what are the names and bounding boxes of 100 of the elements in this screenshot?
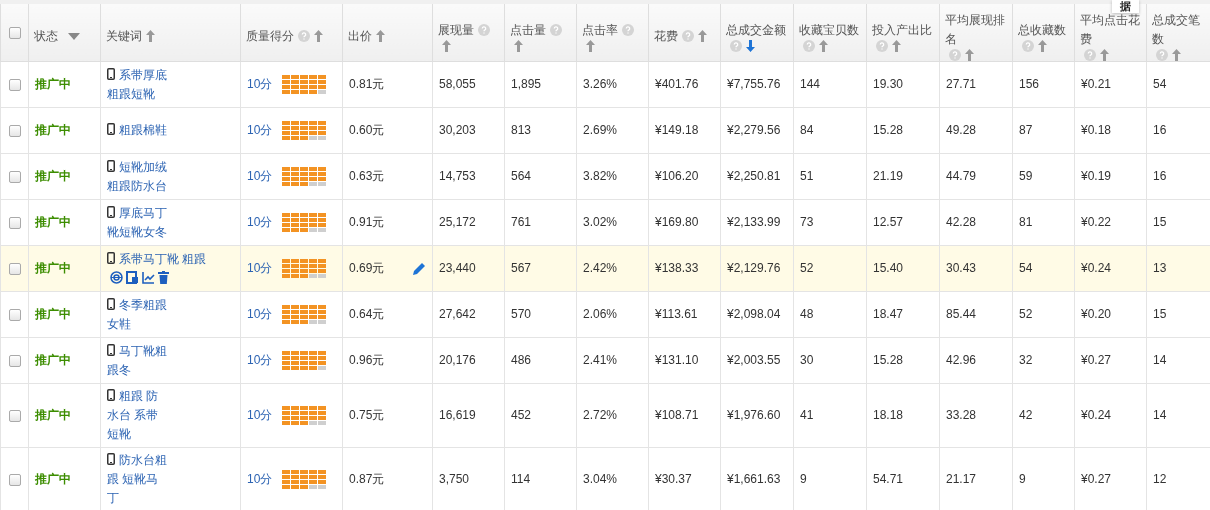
column-label: 状态 [34,27,58,45]
table-cell: 18.47 [873,307,904,321]
sort-up-icon[interactable] [1038,39,1047,52]
table-cell: 3,750 [439,472,470,486]
table-cell: 2.72% [583,408,618,422]
column-label: 点击量 [510,21,546,39]
sort-up-icon[interactable] [376,30,385,42]
pencil-icon[interactable] [412,261,426,276]
column-label: 展现量 [438,21,474,39]
table-cell: ¥1,976.60 [727,408,781,422]
table-cell: 20,176 [439,353,476,367]
table-cell: 52 [800,261,814,275]
sort-up-icon[interactable] [1172,49,1181,61]
table-cell: ¥0.22 [1081,215,1112,229]
column-label: 收藏宝贝数 [799,21,859,39]
row-checkbox[interactable] [8,216,21,229]
help-icon[interactable] [478,24,490,36]
help-icon[interactable] [1022,39,1034,52]
help-icon[interactable] [949,49,961,61]
delete-icon[interactable] [158,270,169,284]
sort-up-icon[interactable] [314,30,323,42]
table-cell: ¥401.76 [655,77,699,91]
dropdown-caret-icon[interactable] [68,32,80,40]
status-text: 推广中 [35,215,71,229]
table-cell: ¥2,003.55 [727,353,781,367]
target-icon[interactable] [110,270,123,284]
help-icon[interactable] [550,24,562,36]
sort-up-icon[interactable] [819,39,828,52]
table-cell: 73 [800,215,814,229]
table-cell: 52 [1019,307,1033,321]
select-all-checkbox[interactable] [8,26,21,39]
table-cell: 54 [1019,261,1033,275]
sort-up-icon[interactable] [1100,49,1109,61]
table-cell: 12.57 [873,215,904,229]
table-cell: 156 [1019,77,1040,91]
status-text: 推广中 [35,123,71,137]
sort-up-icon[interactable] [965,49,974,61]
sort-up-icon[interactable] [146,30,155,42]
table-cell: 41 [800,408,814,422]
row-checkbox[interactable] [8,78,21,91]
table-cell: 54.71 [873,472,904,486]
sort-up-icon[interactable] [586,39,595,52]
help-icon[interactable] [876,39,888,52]
table-cell: 42 [1019,408,1033,422]
line-chart-icon[interactable] [142,270,155,284]
table-cell: 1,895 [511,77,542,91]
sort-up-icon[interactable] [442,39,451,52]
row-checkbox[interactable] [8,308,21,321]
quality-score: 10分 [247,407,273,424]
table-cell: ¥0.27 [1081,353,1112,367]
table-cell: 3.26% [583,77,618,91]
phone-icon [107,389,115,401]
help-icon[interactable] [1156,49,1168,61]
row-checkbox[interactable] [8,124,21,137]
table-cell: 3.82% [583,169,618,183]
table-cell: 12 [1153,472,1167,486]
sort-up-icon[interactable] [892,39,901,52]
phone-icon [107,123,115,135]
help-icon[interactable] [298,30,310,42]
table-cell: ¥30.37 [655,472,692,486]
table-cell: ¥108.71 [655,408,699,422]
table-cell: ¥0.24 [1081,408,1112,422]
table-cell: 114 [511,472,531,486]
table-cell: 44.79 [946,169,977,183]
table-cell: ¥0.18 [1081,123,1112,137]
table-cell: ¥0.27 [1081,472,1112,486]
sort-up-icon[interactable] [698,30,707,42]
sort-up-icon[interactable] [514,39,523,52]
table-cell: 16 [1153,123,1167,137]
table-cell: 14,753 [439,169,476,183]
table-cell: 2.42% [583,261,618,275]
bid-text: 0.69元 [349,260,385,277]
quality-score: 10分 [247,471,273,488]
help-icon[interactable] [622,24,634,36]
bid-text: 0.63元 [349,168,385,185]
row-checkbox[interactable] [8,409,21,422]
report-icon[interactable] [126,270,139,284]
quality-score: 10分 [247,352,273,369]
keyword-link[interactable]: 粗跟棉鞋 [107,121,168,140]
table-cell: 42.96 [946,353,977,367]
row-checkbox[interactable] [8,354,21,367]
table-cell: 21.17 [946,472,977,486]
row-checkbox[interactable] [8,170,21,183]
sort-down-icon[interactable] [746,39,755,52]
table-cell: 18.18 [873,408,904,422]
table-cell: 570 [511,307,532,321]
help-icon[interactable] [803,39,815,52]
table-cell: ¥106.20 [655,169,699,183]
table-cell: 3.04% [583,472,618,486]
table-cell: 2.06% [583,307,618,321]
table-cell: 15 [1153,307,1167,321]
help-icon[interactable] [682,30,694,42]
row-checkbox[interactable] [8,262,21,275]
status-text: 推广中 [35,169,71,183]
row-checkbox[interactable] [8,473,21,486]
quality-score: 10分 [247,76,273,93]
table-cell: 15.28 [873,123,904,137]
table-cell: 49.28 [946,123,977,137]
help-icon[interactable] [1084,49,1096,61]
table-cell: 33.28 [946,408,977,422]
